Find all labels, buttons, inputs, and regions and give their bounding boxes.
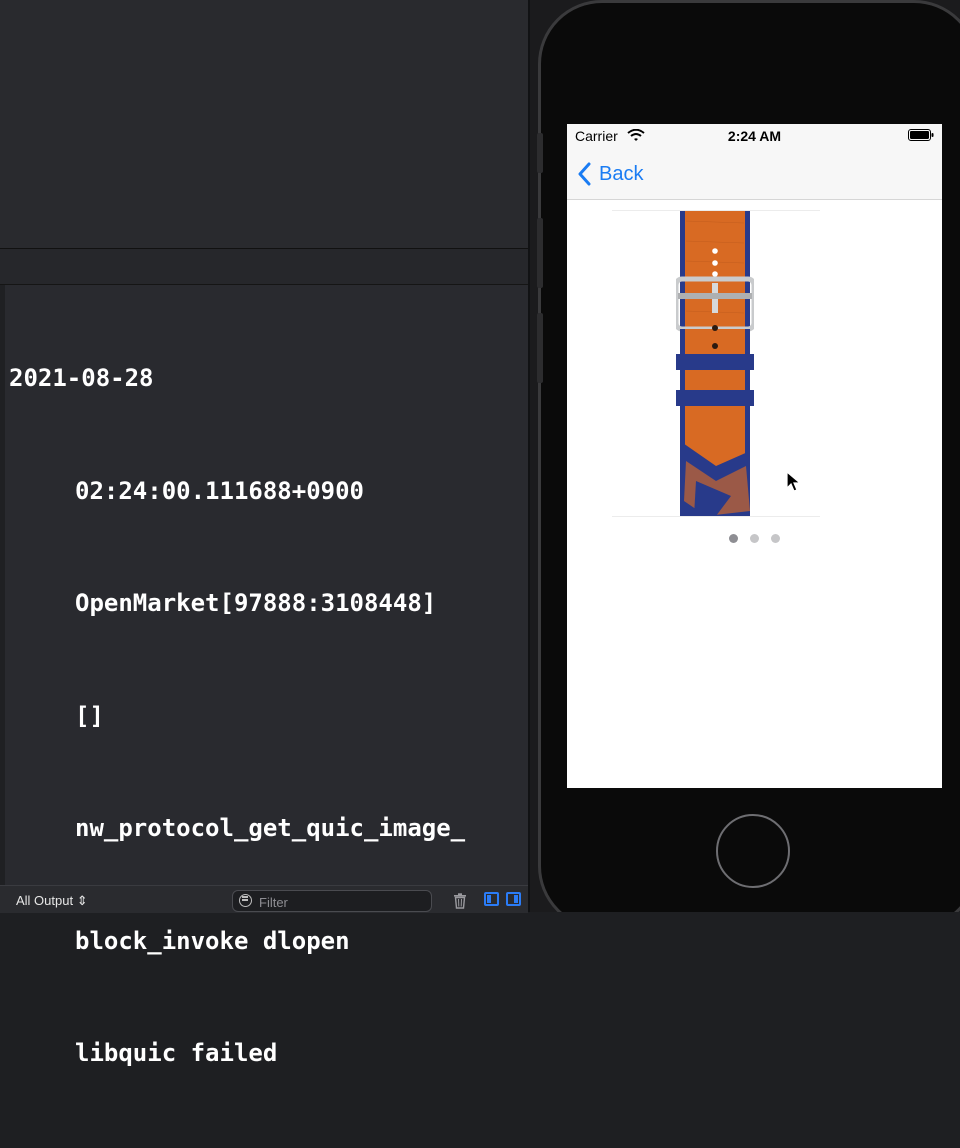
status-time: 2:24 AM (567, 128, 942, 144)
filter-input[interactable] (257, 893, 431, 911)
product-image[interactable] (612, 210, 820, 517)
navigation-bar: Back (567, 148, 942, 200)
console-line: block_invoke dlopen (9, 923, 529, 961)
trash-icon[interactable] (453, 893, 467, 909)
home-button[interactable] (716, 814, 790, 888)
mute-switch[interactable] (537, 133, 543, 173)
battery-icon (908, 129, 934, 141)
console-line: 2021-08-28 (9, 360, 529, 398)
output-filter-select[interactable]: All Output ⇕ (16, 893, 88, 909)
xcode-debug-area: 2021-08-28 02:24:00.111688+0900 OpenMark… (0, 0, 530, 912)
debug-bar (0, 249, 528, 285)
console-line: OpenMarket[97888:3108448] (9, 585, 529, 623)
show-console-view-icon[interactable] (506, 892, 521, 906)
back-button[interactable]: Back (577, 160, 643, 188)
console-line: [] (9, 698, 529, 736)
mouse-pointer-icon (786, 471, 802, 493)
filter-icon (239, 894, 252, 907)
console-bottom-bar: All Output ⇕ (0, 885, 528, 913)
device-screen: Carrier 2:24 AM Back (567, 124, 942, 788)
page-control[interactable] (567, 534, 942, 544)
back-label: Back (599, 163, 643, 186)
show-variables-view-icon[interactable] (484, 892, 499, 906)
console-line: nw_protocol_get_quic_image_ (9, 810, 529, 848)
volume-down-button[interactable] (537, 313, 543, 383)
status-bar: Carrier 2:24 AM (567, 124, 942, 148)
console-output[interactable]: 2021-08-28 02:24:00.111688+0900 OpenMark… (0, 285, 528, 885)
page-dot[interactable] (771, 534, 780, 543)
variables-view (0, 0, 528, 249)
chevron-left-icon (577, 162, 591, 186)
console-line: 02:24:00.111688+0900 (9, 473, 529, 511)
console-line: libquic failed (9, 1035, 529, 1073)
page-dot[interactable] (729, 534, 738, 543)
page-dot[interactable] (750, 534, 759, 543)
volume-up-button[interactable] (537, 218, 543, 288)
filter-field[interactable] (232, 890, 432, 912)
watch-band-image (676, 211, 754, 516)
console-log: 2021-08-28 02:24:00.111688+0900 OpenMark… (9, 285, 529, 1148)
